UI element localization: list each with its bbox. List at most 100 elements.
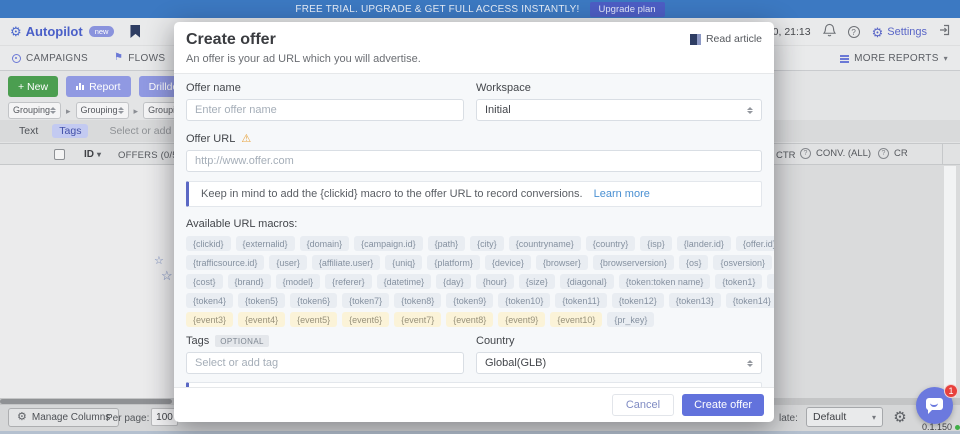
macro-pill[interactable]: {domain}: [300, 236, 350, 251]
macro-pill[interactable]: {event10}: [550, 312, 602, 327]
more-reports-menu[interactable]: MORE REPORTS: [840, 46, 948, 70]
macro-pill[interactable]: {path}: [428, 236, 466, 251]
tab-flows-label: FLOWS: [128, 53, 165, 64]
filter-tab-text[interactable]: Text: [12, 124, 45, 138]
macro-pill[interactable]: {brand}: [228, 274, 271, 289]
macro-pill[interactable]: {token13}: [669, 293, 721, 308]
macro-pill[interactable]: {event3}: [186, 312, 233, 327]
macro-pill[interactable]: {event5}: [290, 312, 337, 327]
vertical-scrollbar[interactable]: [944, 166, 956, 397]
macro-pill[interactable]: {uniq}: [385, 255, 422, 270]
cancel-button[interactable]: Cancel: [612, 394, 674, 416]
offer-url-label: Offer URL: [186, 133, 235, 145]
macro-pill[interactable]: {token1}: [715, 274, 762, 289]
more-reports-label: MORE REPORTS: [854, 53, 939, 64]
new-button[interactable]: + New: [8, 76, 58, 97]
create-offer-button[interactable]: Create offer: [682, 394, 764, 416]
report-settings-gear-icon[interactable]: [890, 407, 910, 427]
template-select[interactable]: Default: [806, 407, 883, 427]
macro-pill[interactable]: {token5}: [238, 293, 285, 308]
grouping-label: Grouping: [81, 105, 118, 115]
column-cr[interactable]: CR: [878, 148, 908, 159]
trial-banner-text: FREE TRIAL. UPGRADE & GET FULL ACCESS IN…: [295, 4, 579, 15]
macro-pill[interactable]: {token11}: [555, 293, 606, 308]
macro-pill[interactable]: {countryname}: [509, 236, 581, 251]
macro-pill[interactable]: {diagonal}: [560, 274, 614, 289]
logout-icon[interactable]: [939, 23, 952, 41]
macro-pill[interactable]: {browserversion}: [593, 255, 674, 270]
macro-pill[interactable]: {clickid}: [186, 236, 231, 251]
macro-pill[interactable]: {token:token name}: [619, 274, 711, 289]
workspace-label: Workspace: [476, 82, 762, 94]
macro-pill[interactable]: {day}: [436, 274, 471, 289]
offer-url-input[interactable]: [186, 150, 762, 172]
macro-pill[interactable]: {lander.id}: [677, 236, 731, 251]
macro-pill[interactable]: {token7}: [342, 293, 389, 308]
column-divider: [942, 144, 943, 164]
report-button[interactable]: Report: [66, 76, 131, 97]
upgrade-plan-button[interactable]: Upgrade plan: [590, 2, 665, 17]
column-ctr[interactable]: CTR: [776, 150, 796, 161]
macro-pill[interactable]: {event6}: [342, 312, 389, 327]
macro-pill[interactable]: {user}: [269, 255, 307, 270]
macro-pill[interactable]: {token8}: [394, 293, 441, 308]
help-icon[interactable]: [848, 26, 860, 38]
column-id[interactable]: ID: [84, 149, 101, 160]
country-select[interactable]: Global(GLB): [476, 352, 762, 374]
macro-pill[interactable]: {token12}: [612, 293, 664, 308]
column-conv[interactable]: CONV. (ALL): [800, 148, 871, 159]
favorite-star-icon[interactable]: [154, 256, 164, 267]
macro-pill[interactable]: {isp}: [640, 236, 672, 251]
grouping-select-1[interactable]: Grouping: [8, 102, 61, 119]
macro-pill[interactable]: {offer.id}: [736, 236, 774, 251]
macro-pill[interactable]: {token9}: [446, 293, 493, 308]
macro-pill[interactable]: {affiliate.user}: [312, 255, 380, 270]
macro-pill[interactable]: {event4}: [238, 312, 285, 327]
macro-pill[interactable]: {model}: [276, 274, 321, 289]
offer-name-input[interactable]: [186, 99, 464, 121]
macro-pill[interactable]: {referer}: [325, 274, 372, 289]
macro-pill[interactable]: {country}: [586, 236, 636, 251]
tab-campaigns[interactable]: CAMPAIGNS: [12, 46, 88, 70]
macro-pill[interactable]: {pr_key}: [607, 312, 654, 327]
macro-pill[interactable]: {cost}: [186, 274, 223, 289]
macro-pill[interactable]: {token2}: [767, 274, 774, 289]
macro-pill[interactable]: {hour}: [476, 274, 514, 289]
macro-pill[interactable]: {token6}: [290, 293, 337, 308]
macro-pill[interactable]: {token4}: [186, 293, 233, 308]
macro-pill[interactable]: {campaign.id}: [354, 236, 423, 251]
macro-pill[interactable]: {platform}: [427, 255, 480, 270]
horizontal-scrollbar-thumb[interactable]: [0, 399, 172, 404]
workspace-select[interactable]: Initial: [476, 99, 762, 121]
macro-pill[interactable]: {osversion}: [713, 255, 772, 270]
macro-pill[interactable]: {event7}: [394, 312, 441, 327]
tags-input[interactable]: [186, 352, 464, 374]
question-circle-icon: [800, 148, 811, 159]
manage-columns-button[interactable]: Manage Columns: [8, 408, 119, 427]
grouping-select-2[interactable]: Grouping: [76, 102, 129, 119]
tab-flows[interactable]: FLOWS: [114, 46, 165, 70]
macro-pill[interactable]: {device}: [485, 255, 531, 270]
settings-button[interactable]: Settings: [872, 26, 927, 39]
select-all-checkbox[interactable]: [54, 149, 65, 160]
macro-pill[interactable]: {trafficsource.id}: [186, 255, 264, 270]
macro-pill[interactable]: {externalid}: [236, 236, 295, 251]
macro-pill[interactable]: {datetime}: [377, 274, 432, 289]
macro-pill[interactable]: {size}: [519, 274, 555, 289]
favorite-star-icon[interactable]: [161, 269, 173, 282]
macro-pill[interactable]: {os}: [679, 255, 709, 270]
macro-pill[interactable]: {event8}: [446, 312, 493, 327]
tags-label-row: Tags OPTIONAL: [186, 335, 464, 347]
bell-icon[interactable]: [823, 23, 836, 42]
arrow-right-icon: [134, 101, 139, 119]
read-article-link[interactable]: Read article: [690, 33, 762, 45]
column-cr-label: CR: [894, 148, 908, 159]
filter-tab-tags[interactable]: Tags: [52, 124, 88, 138]
bookmark-icon[interactable]: [130, 25, 140, 38]
macro-pill[interactable]: {token14}: [726, 293, 774, 308]
macro-pill[interactable]: {event9}: [498, 312, 545, 327]
macro-pill[interactable]: {city}: [470, 236, 504, 251]
macro-pill[interactable]: {browser}: [536, 255, 588, 270]
macro-pill[interactable]: {token10}: [498, 293, 550, 308]
learn-more-link[interactable]: Learn more: [594, 188, 650, 200]
